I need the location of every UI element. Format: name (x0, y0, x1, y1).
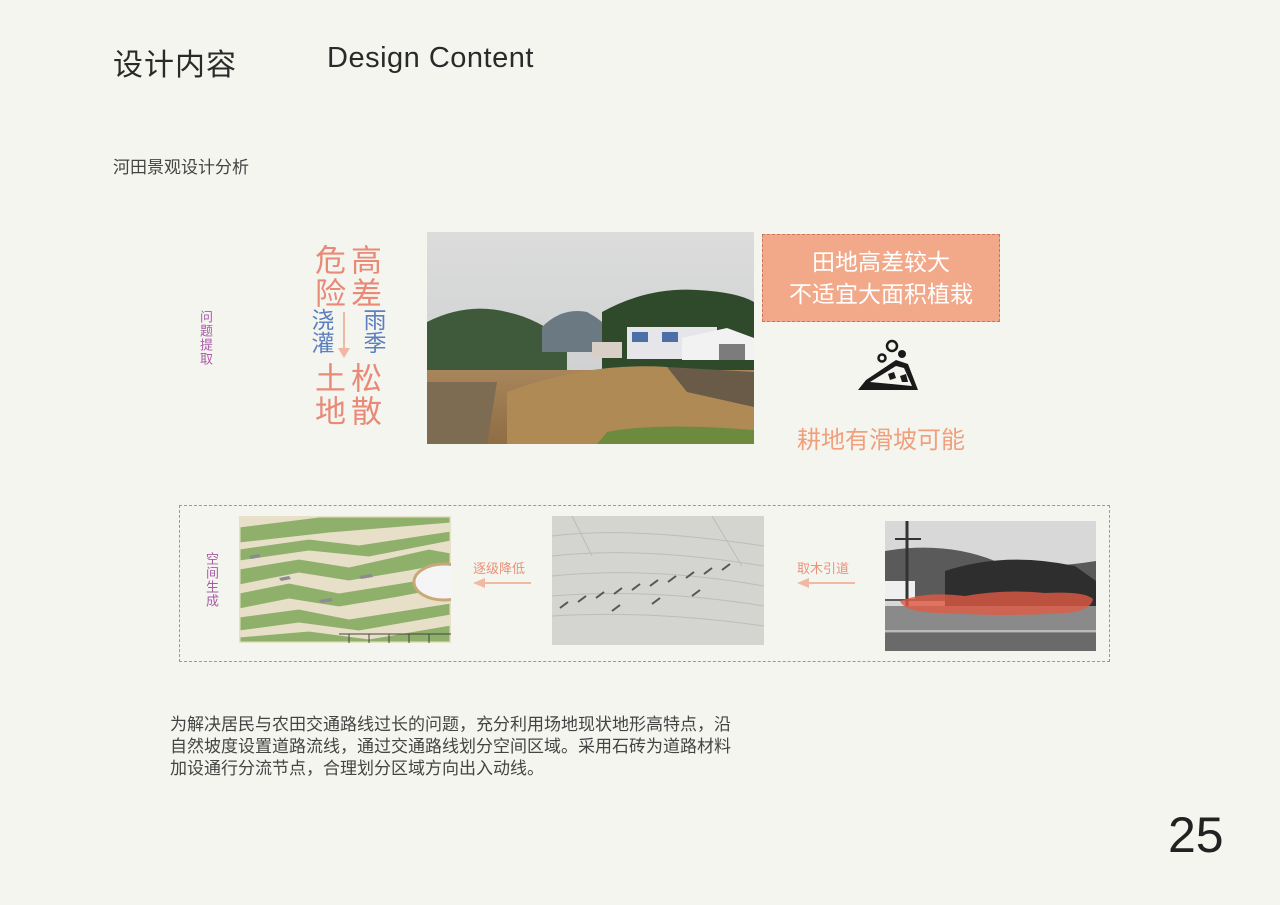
terrace-rendering (239, 516, 451, 643)
left-arrow-icon (797, 578, 855, 588)
problem-label: 问题提取 (197, 310, 212, 366)
arrow-label-lowering: 逐级降低 (473, 562, 526, 577)
description-line2: 自然坡度设置道路流线，通过交通路线划分空间区域。采用石砖为道路材料 (170, 737, 731, 757)
page-title-en: Design Content (327, 42, 534, 74)
callout-line2: 不适宜大面积植栽 (789, 282, 973, 308)
massing-model (552, 516, 764, 645)
word-height-diff: 高差 (345, 244, 381, 310)
landslide-risk-text: 耕地有滑坡可能 (797, 426, 965, 454)
left-arrow-icon (473, 578, 531, 588)
word-danger: 危险 (309, 244, 345, 310)
word-land: 土地 (309, 362, 345, 428)
site-analysis-photo (885, 521, 1096, 651)
site-photo (427, 232, 754, 444)
word-loose: 松散 (345, 362, 381, 428)
callout-line1: 田地高差较大 (812, 250, 950, 276)
problem-callout: 田地高差较大 不适宜大面积植栽 (762, 234, 1000, 322)
word-rainy-season: 雨季 (359, 308, 385, 354)
description-line3: 加设通行分流节点，合理划分区域方向出入动线。 (170, 759, 544, 779)
description-text: 为解决居民与农田交通路线过长的问题，充分利用场地现状地形高特点，沿 自然坡度设置… (170, 714, 790, 780)
landslide-icon (858, 339, 918, 390)
page-number: 25 (1168, 807, 1224, 863)
generation-label: 空间生成 (203, 552, 218, 608)
word-irrigation: 浇灌 (307, 308, 333, 354)
page-title-cn: 设计内容 (113, 48, 237, 83)
down-arrow-icon (338, 312, 350, 358)
arrow-label-road: 取木引道 (797, 562, 850, 577)
section-subtitle: 河田景观设计分析 (113, 158, 249, 178)
description-line1: 为解决居民与农田交通路线过长的问题，充分利用场地现状地形高特点，沿 (170, 715, 731, 735)
